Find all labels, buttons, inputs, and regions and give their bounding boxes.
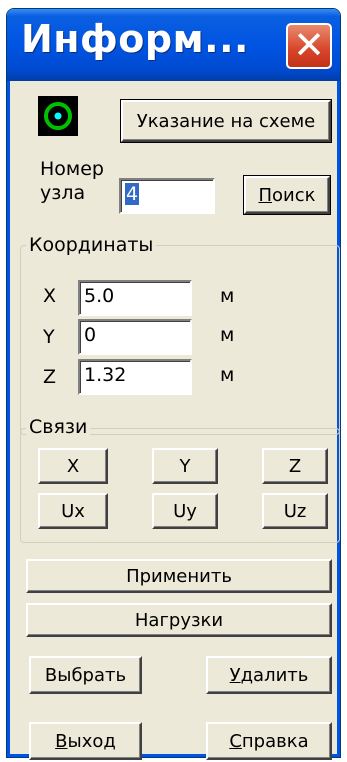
coord-y-label: Y xyxy=(43,326,55,348)
help-button[interactable]: Справка xyxy=(206,722,332,760)
search-button-label: оиск xyxy=(272,184,316,206)
constraints-legend: Связи xyxy=(26,418,91,437)
constraint-uz-button[interactable]: Uz xyxy=(262,493,328,529)
coord-y-input[interactable]: 0 xyxy=(78,319,192,355)
select-button[interactable]: Выбрать xyxy=(29,656,142,694)
constraint-x-button[interactable]: X xyxy=(38,448,108,484)
node-number-input[interactable]: 4 xyxy=(119,178,215,214)
node-number-value: 4 xyxy=(125,183,140,205)
apply-button[interactable]: Применить xyxy=(26,559,332,593)
search-button[interactable]: Поиск xyxy=(243,175,331,215)
coord-x-label: X xyxy=(43,285,57,307)
delete-button-accel: У xyxy=(229,664,241,686)
constraint-ux-button[interactable]: Ux xyxy=(38,493,108,529)
constraint-y-button[interactable]: Y xyxy=(152,448,218,484)
help-button-label: правка xyxy=(241,730,309,752)
node-number-label-line1: Номер xyxy=(40,158,104,180)
exit-button-label: ыход xyxy=(67,730,116,752)
coord-y-unit: м xyxy=(220,324,235,346)
locate-on-scheme-button[interactable]: Указание на схеме xyxy=(120,99,332,143)
coord-x-input[interactable]: 5.0 xyxy=(78,280,192,316)
coord-z-unit: м xyxy=(220,364,235,386)
coord-x-unit: м xyxy=(220,285,235,307)
node-number-label-line2: узла xyxy=(40,182,86,204)
exit-button-accel: В xyxy=(55,730,68,752)
coordinates-legend: Координаты xyxy=(26,236,157,255)
delete-button-label: далить xyxy=(240,664,309,686)
loads-button[interactable]: Нагрузки xyxy=(26,603,332,637)
close-icon[interactable]: ✕ xyxy=(286,23,332,69)
help-button-accel: С xyxy=(229,730,242,752)
exit-button[interactable]: Выход xyxy=(29,722,142,760)
search-button-accel: П xyxy=(258,184,273,206)
window-title: Информ... xyxy=(21,17,249,61)
coord-z-input[interactable]: 1.32 xyxy=(78,359,192,395)
coord-z-label: Z xyxy=(43,366,57,388)
node-circle-icon xyxy=(38,96,78,136)
delete-button[interactable]: Удалить xyxy=(206,656,332,694)
title-bar[interactable]: Информ... ✕ xyxy=(7,9,340,81)
constraint-z-button[interactable]: Z xyxy=(262,448,328,484)
constraint-uy-button[interactable]: Uy xyxy=(152,493,218,529)
